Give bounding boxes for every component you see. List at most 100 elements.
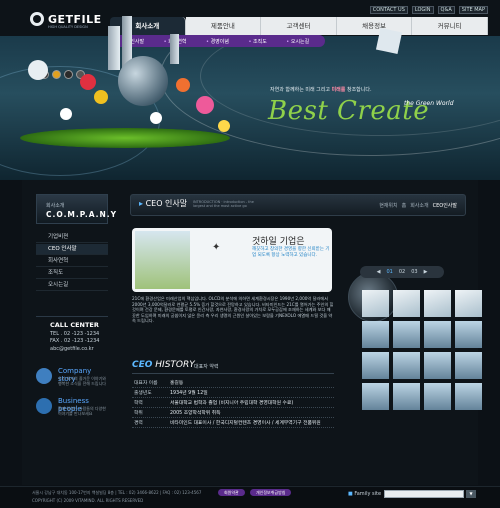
main-nav: 회사소개 제품안내 고객센터 채용정보 커뮤니티 bbox=[110, 17, 488, 35]
pager-next-icon[interactable]: ▶ bbox=[424, 269, 428, 275]
qna-link[interactable]: Q&A bbox=[437, 6, 455, 14]
logo-icon bbox=[30, 12, 44, 26]
sidebar-header-kr: 회사소개 bbox=[46, 203, 65, 209]
promo-desc: 우리 회사의 즐거운 이야기와 행복한 소식을 전해 드립니다 bbox=[58, 376, 106, 386]
family-site-select[interactable] bbox=[384, 490, 464, 498]
image-grid bbox=[362, 290, 482, 441]
grass-image bbox=[20, 128, 230, 148]
hero-tagline-highlight: 미래를 bbox=[331, 87, 346, 93]
hero-tagline: 자연과 함께하는 미래 그리고 미래를 창조합니다. bbox=[270, 86, 372, 93]
footer-copyright: COPYRIGHT (C) 2009 VITAMIND. ALL RIGHTS … bbox=[32, 498, 144, 503]
call-center-email[interactable]: abc@getfile.co.kr bbox=[50, 346, 94, 352]
building-image bbox=[170, 34, 179, 64]
butterfly-logo-icon bbox=[28, 60, 48, 80]
cube-graphic bbox=[375, 27, 403, 55]
breadcrumb-company[interactable]: 회사소개 bbox=[410, 202, 428, 209]
image-pager: ◀ 01 02 03 ▶ bbox=[360, 266, 444, 278]
history-value: 홍길동 bbox=[170, 381, 184, 386]
breadcrumb-label: 현재위치 bbox=[379, 203, 398, 209]
breadcrumb: 현재위치 홈 회사소개 CEO인사말 bbox=[379, 202, 457, 209]
family-site-go-button[interactable]: ▼ bbox=[466, 490, 476, 498]
flower-image bbox=[150, 112, 162, 124]
grid-tile bbox=[393, 290, 420, 317]
page-header: CEO 인사말 INTRODUCTION · introduction - th… bbox=[130, 194, 466, 216]
breadcrumb-current: CEO인사말 bbox=[432, 203, 457, 209]
grid-tile bbox=[424, 352, 451, 379]
flower-image bbox=[176, 78, 190, 92]
pager-prev-icon[interactable]: ◀ bbox=[377, 269, 381, 275]
sidebar-item-ceo[interactable]: CEO 인사말 bbox=[36, 244, 108, 255]
grid-tile bbox=[362, 321, 389, 348]
history-value: 2005 조양학석학위 취득 bbox=[170, 411, 221, 416]
subnav-location[interactable]: 오시는길 bbox=[286, 38, 309, 45]
building-image bbox=[108, 26, 120, 70]
subnav-organization[interactable]: 조직도 bbox=[248, 38, 267, 45]
hero-subheadline: the Green World bbox=[404, 100, 454, 107]
dot-icon bbox=[52, 70, 61, 79]
terms-button[interactable]: 회원약관 bbox=[218, 489, 245, 496]
flower-image bbox=[218, 120, 230, 132]
grid-tile bbox=[362, 383, 389, 410]
nav-tab-support[interactable]: 고객센터 bbox=[261, 17, 337, 35]
flower-image bbox=[80, 74, 96, 90]
intro-image bbox=[135, 231, 190, 289]
logo-text: GETFILE bbox=[48, 12, 102, 26]
intro-paragraph: 21C에 환경산업은 미래산업의 핵심입니다. OLCD의 분석에 의하면 세계… bbox=[132, 296, 334, 324]
call-center: CALL CENTER TEL . 02 -123 -1234 FAX . 02… bbox=[36, 316, 108, 356]
call-center-tel: TEL . 02 -123 -1234 bbox=[50, 331, 100, 337]
history-key: 대표자 이름 bbox=[134, 381, 158, 386]
history-subtitle: 대표자 약력 bbox=[194, 364, 219, 370]
utility-links: CONTACT US LOGIN Q&A SITE MAP bbox=[369, 6, 488, 14]
promo-company-story[interactable]: Company story 우리 회사의 즐거운 이야기와 행복한 소식을 전해… bbox=[36, 364, 108, 390]
grid-tile bbox=[393, 321, 420, 348]
page-subtitle: INTRODUCTION · introduction - the larges… bbox=[193, 200, 254, 208]
login-link[interactable]: LOGIN bbox=[411, 6, 434, 14]
logo[interactable]: GETFILE bbox=[30, 12, 102, 26]
history-header: CEO HISTORY 대표자 약력 bbox=[132, 360, 334, 374]
footer: 서울시 강남구 대치동 100-17번지 백설빌딩 8층 | TEL : 02)… bbox=[0, 486, 500, 508]
history-title-prefix: CEO bbox=[132, 360, 153, 370]
call-center-title: CALL CENTER bbox=[50, 321, 99, 329]
pager-item[interactable]: 02 bbox=[399, 269, 405, 275]
page-title: CEO 인사말 bbox=[139, 198, 188, 209]
grid-tile bbox=[393, 352, 420, 379]
sitemap-link[interactable]: SITE MAP bbox=[458, 6, 488, 14]
sidebar-item-organization[interactable]: 조직도 bbox=[36, 268, 108, 279]
promo-desc: 함께 일하는 사람들의 다양한 이야기를 만나보세요 bbox=[58, 406, 106, 416]
history-title: CEO HISTORY bbox=[132, 360, 195, 370]
history-key: 출생년도 bbox=[134, 391, 152, 396]
privacy-button[interactable]: 개인정보취급방침 bbox=[250, 489, 292, 496]
butterfly-icon: ✦ bbox=[212, 242, 221, 253]
history-value: 1934년 9월 12일 bbox=[170, 391, 208, 396]
sidebar-item-history[interactable]: 회사연혁 bbox=[36, 256, 108, 267]
sidebar-item-vision[interactable]: 기업비젼 bbox=[36, 232, 108, 243]
hero-tagline-text: 창조합니다. bbox=[346, 87, 372, 93]
grid-tile bbox=[455, 290, 482, 317]
grid-tile bbox=[424, 290, 451, 317]
grid-tile bbox=[455, 383, 482, 410]
sidebar-header-en: C.O.M.P.A.N.Y bbox=[46, 210, 118, 219]
table-row: 학위 2005 조양학석학위 취득 bbox=[132, 408, 334, 418]
hero-tagline-text: 자연과 함께하는 미래 그리고 bbox=[270, 87, 330, 93]
sidebar-item-location[interactable]: 오시는길 bbox=[36, 280, 108, 291]
history-key: 학력 bbox=[134, 401, 143, 406]
table-row: 학력 서울대학교 법학과 졸업 (비지니아 주립대학 경영대학원 수료) bbox=[132, 398, 334, 408]
intro-box: ✦ 것하일 기업은 깨끗하고 창의한 경영을 향한 신뢰받는 기업 되도록 항상… bbox=[132, 228, 332, 292]
grid-tile bbox=[424, 321, 451, 348]
flower-image bbox=[94, 90, 108, 104]
promo-business-people[interactable]: Business people 함께 일하는 사람들의 다양한 이야기를 만나보… bbox=[36, 394, 108, 420]
nav-tab-products[interactable]: 제품안내 bbox=[185, 17, 262, 35]
globe-image bbox=[118, 56, 168, 106]
grid-tile bbox=[393, 383, 420, 410]
table-row: 출생년도 1934년 9월 12일 bbox=[132, 388, 334, 398]
history-key: 학위 bbox=[134, 411, 143, 416]
subnav-philosophy[interactable]: 경영이념 bbox=[206, 38, 229, 45]
breadcrumb-home[interactable]: 홈 bbox=[402, 202, 407, 209]
pager-item[interactable]: 01 bbox=[386, 269, 392, 275]
grid-tile bbox=[362, 352, 389, 379]
contact-us-link[interactable]: CONTACT US bbox=[369, 6, 408, 14]
nav-tab-community[interactable]: 커뮤니티 bbox=[412, 17, 488, 35]
pager-item[interactable]: 03 bbox=[411, 269, 417, 275]
call-center-fax: FAX . 02 -123 -1234 bbox=[50, 338, 100, 344]
table-row: 경력 비타미인드 대표이사 / 한국디지털컨텐츠 경영이사 / 세계무역기구 전품… bbox=[132, 418, 334, 428]
